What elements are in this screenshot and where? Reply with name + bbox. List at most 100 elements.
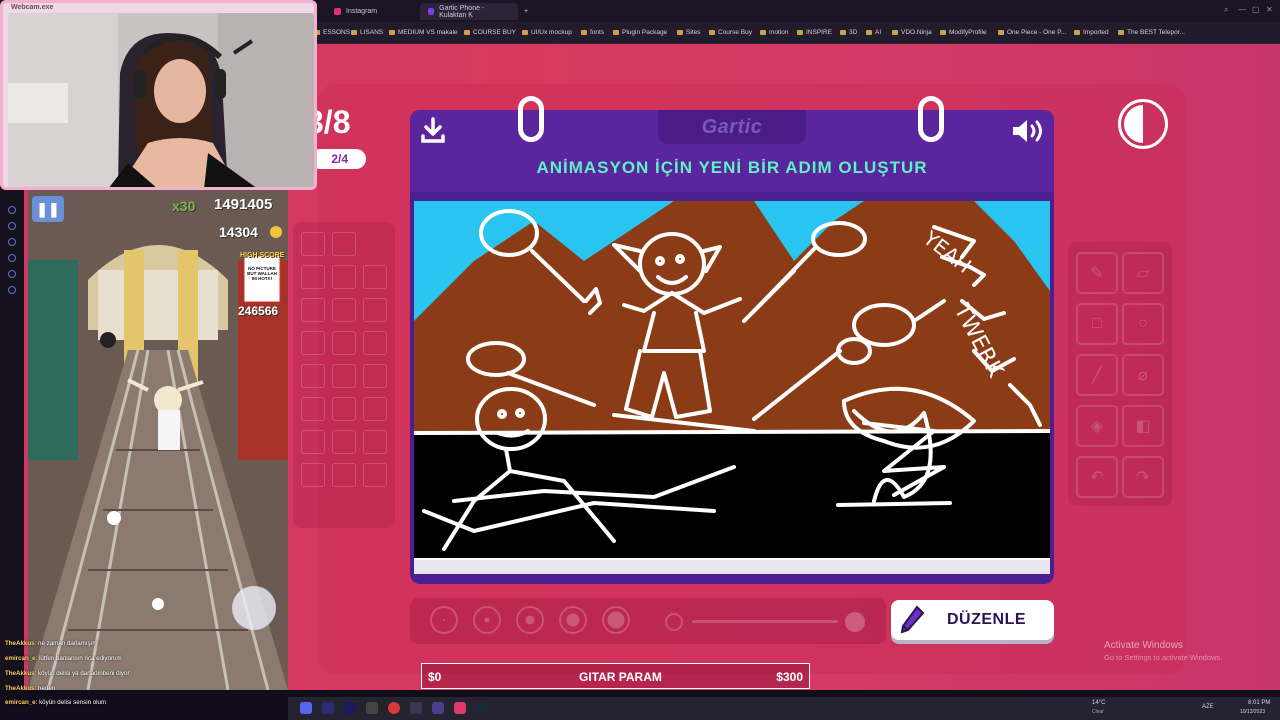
animation-frame-slot[interactable] — [363, 364, 387, 388]
brush-size-button[interactable] — [430, 606, 458, 634]
sidebar-icon[interactable] — [8, 286, 16, 294]
coin-count: 14304 — [219, 224, 258, 240]
clock-time[interactable]: 8:01 PM — [1248, 700, 1270, 706]
sidebar-icon[interactable] — [8, 270, 16, 278]
animation-frame-slot[interactable] — [363, 298, 387, 322]
goal-max: $300 — [776, 670, 803, 684]
app-icon[interactable] — [454, 702, 466, 714]
chat-user: TheAkkus — [5, 685, 35, 692]
webcam-overlay: Webcam.exe — [0, 0, 317, 190]
animation-frame-slot[interactable] — [301, 430, 325, 454]
bookmark[interactable]: VDO.Ninja — [892, 29, 932, 36]
bookmark[interactable]: MEDIUM VS makale — [389, 29, 458, 36]
bookmark[interactable]: LISANS — [351, 29, 383, 36]
chat-message: TheAkkus: neden — [5, 685, 56, 692]
animation-frame-slot[interactable] — [301, 364, 325, 388]
bookmark[interactable]: ModifyProfile — [940, 29, 987, 36]
bookmark[interactable]: COURSE BUY — [464, 29, 516, 36]
weather-temp[interactable]: 14°C — [1092, 700, 1105, 706]
sidebar-icon[interactable] — [8, 254, 16, 262]
bookmark[interactable]: The BEST Telepor... — [1118, 29, 1185, 36]
bookmark[interactable]: 3D — [840, 29, 857, 36]
app-icon[interactable] — [410, 702, 422, 714]
eraser-tool-icon[interactable]: ▱ — [1122, 252, 1164, 294]
opacity-slider-handle[interactable] — [845, 612, 865, 632]
new-tab-button[interactable]: + — [516, 3, 536, 20]
brush-size-button[interactable] — [516, 606, 544, 634]
animation-frame-slot[interactable] — [301, 265, 325, 289]
download-icon[interactable] — [420, 116, 446, 144]
steam-icon[interactable] — [476, 702, 488, 714]
animation-frame-slot[interactable] — [301, 397, 325, 421]
animation-frame-slot[interactable] — [332, 430, 356, 454]
bookmark[interactable]: AI — [866, 29, 881, 36]
opacity-slider[interactable] — [692, 620, 838, 623]
fill-tool-icon[interactable]: ◈ — [1076, 405, 1118, 447]
animation-frame-slot[interactable] — [363, 430, 387, 454]
animation-frame-slot[interactable] — [332, 397, 356, 421]
bookmark[interactable]: ESSONS — [314, 29, 350, 36]
maximize-icon[interactable]: ▢ — [1252, 5, 1260, 14]
animation-frame-slot[interactable] — [301, 463, 325, 487]
webcam-feed — [8, 13, 314, 187]
brush-size-button[interactable] — [559, 606, 587, 634]
bookmark[interactable]: Sites — [677, 29, 700, 36]
contrast-toggle-button[interactable] — [1118, 99, 1168, 149]
eyedropper-tool-icon[interactable]: ⌀ — [1122, 354, 1164, 396]
obs-icon[interactable] — [366, 702, 378, 714]
language-indicator[interactable]: AZE — [1202, 704, 1214, 710]
sidebar-icon[interactable] — [8, 222, 16, 230]
animation-frame-slot[interactable] — [332, 364, 356, 388]
sidebar-icon[interactable] — [8, 238, 16, 246]
bookmark[interactable]: UI/Ux mockup — [522, 29, 572, 36]
bookmark[interactable]: Plugin Package — [613, 29, 667, 36]
bookmark[interactable]: INSPIRE — [797, 29, 832, 36]
pencil-tool-icon[interactable]: ✎ — [1076, 252, 1118, 294]
app-icon[interactable] — [432, 702, 444, 714]
animation-frame-slot[interactable] — [332, 265, 356, 289]
animation-frame-slot[interactable] — [363, 463, 387, 487]
line-tool-icon[interactable]: ╱ — [1076, 354, 1118, 396]
volume-icon[interactable] — [1010, 116, 1046, 146]
animation-frame-slot[interactable] — [332, 463, 356, 487]
tab-instagram[interactable]: Instagram — [326, 3, 385, 20]
animation-frame-slot[interactable] — [332, 298, 356, 322]
animation-frame-slot[interactable] — [363, 265, 387, 289]
opacity-min-knob[interactable] — [665, 613, 683, 631]
bookmark[interactable]: motion — [760, 29, 789, 36]
animation-frame-slot[interactable] — [301, 298, 325, 322]
activate-windows-title: Activate Windows — [1104, 640, 1183, 651]
pause-button[interactable]: ❚❚ — [32, 196, 64, 222]
bookmark[interactable]: fonts — [581, 29, 604, 36]
high-score-label: HIGH SCORE — [240, 252, 285, 259]
opera-icon[interactable] — [388, 702, 400, 714]
rectangle-tool-icon[interactable]: □ — [1076, 303, 1118, 345]
undo-icon[interactable]: ↶ — [1076, 456, 1118, 498]
animation-frame-slot[interactable] — [363, 331, 387, 355]
animation-frame-slot[interactable] — [301, 232, 325, 256]
after-effects-icon[interactable] — [322, 702, 334, 714]
animation-frame-slot[interactable] — [301, 331, 325, 355]
card-footer — [414, 558, 1050, 574]
animation-frame-slot[interactable] — [363, 397, 387, 421]
premiere-icon[interactable] — [344, 702, 356, 714]
bookmark[interactable]: Imported — [1074, 29, 1109, 36]
close-icon[interactable]: ✕ — [1266, 5, 1273, 14]
brush-size-button[interactable] — [473, 606, 501, 634]
redo-icon[interactable]: ↷ — [1122, 456, 1164, 498]
bookmark[interactable]: One Piece - One P... — [998, 29, 1066, 36]
brush-size-button[interactable] — [602, 606, 630, 634]
layer-tool-icon[interactable]: ◧ — [1122, 405, 1164, 447]
drawing-canvas[interactable]: YEAH TWERK — [414, 201, 1050, 558]
minimize-icon[interactable]: — — [1238, 5, 1246, 14]
bookmark[interactable]: Course Buy — [709, 29, 752, 36]
tab-gartic-phone[interactable]: Gartic Phone - Kulaktan K — [420, 3, 518, 20]
step-counter: 2/4 — [310, 149, 366, 169]
search-icon[interactable]: ⌕ — [1224, 5, 1228, 15]
edit-button[interactable]: DÜZENLE — [891, 600, 1054, 640]
ellipse-tool-icon[interactable]: ○ — [1122, 303, 1164, 345]
sidebar-icon[interactable] — [8, 206, 16, 214]
animation-frame-slot[interactable] — [332, 331, 356, 355]
animation-frame-slot[interactable] — [332, 232, 356, 256]
discord-icon[interactable] — [300, 702, 312, 714]
